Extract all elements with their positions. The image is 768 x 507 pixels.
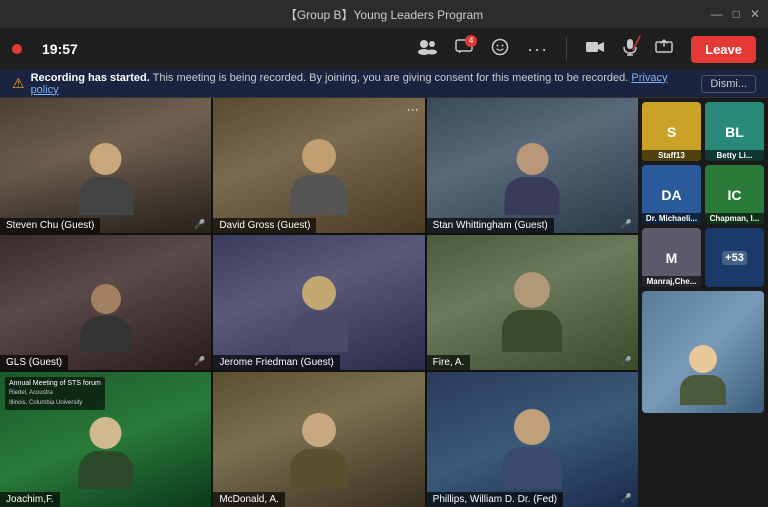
chat-icon[interactable]: 4 [455, 39, 473, 60]
video-cell-fire[interactable]: Fire, A. 🎤 [427, 235, 638, 370]
maximize-button[interactable]: □ [733, 7, 740, 21]
video-name-phillips: Phillips, William D. Dr. (Fed) [427, 492, 563, 507]
video-cell-stan-whittingham[interactable]: Stan Whittingham (Guest) 🎤 [427, 98, 638, 233]
avatar-betty-li[interactable]: BL Betty Li... [705, 102, 764, 161]
banner-body: This meeting is being recorded. By joini… [153, 72, 629, 84]
mic-indicator-2: 🎤 [621, 219, 632, 230]
avatar-initials-da: DA [661, 187, 681, 203]
avatar-row-2: DA Dr. Michaeli... IC Chapman, I... [642, 165, 764, 224]
avatar-initials-m: M [666, 250, 678, 266]
toolbar-icons: 4 ··· ╱ [417, 36, 756, 63]
minimize-button[interactable]: — [711, 7, 723, 21]
chat-badge: 4 [465, 35, 477, 47]
banner-bold: Recording has started. [31, 72, 150, 84]
video-cell-phillips[interactable]: Phillips, William D. Dr. (Fed) 🎤 [427, 372, 638, 507]
window-controls[interactable]: — □ ✕ [711, 7, 760, 21]
close-button[interactable]: ✕ [750, 7, 760, 21]
timer-display: 19:57 [42, 41, 78, 57]
avatar-plus53[interactable]: +53 [705, 228, 764, 287]
leave-button[interactable]: Leave [691, 36, 756, 63]
banner-text: Recording has started. This meeting is b… [31, 72, 696, 96]
avatar-label-ic: Chapman, I... [705, 213, 764, 224]
video-name-fire: Fire, A. [427, 355, 471, 370]
avatar-staff13[interactable]: S Staff13 [642, 102, 701, 161]
microphone-icon[interactable]: ╱ [623, 38, 637, 61]
main-area: Steven Chu (Guest) 🎤 David Gross (Guest)… [0, 98, 768, 507]
share-screen-icon[interactable] [655, 39, 673, 60]
avatar-initials-staff13: S [667, 124, 676, 140]
video-name-steven-chu: Steven Chu (Guest) [0, 218, 100, 233]
video-name-gls: GLS (Guest) [0, 355, 68, 370]
video-cell-steven-chu[interactable]: Steven Chu (Guest) 🎤 [0, 98, 211, 233]
avatar-initials-betty-li: BL [725, 124, 744, 140]
mic-indicator-8: 🎤 [621, 493, 632, 504]
avatar-chapman[interactable]: IC Chapman, I... [705, 165, 764, 224]
recording-dot [12, 44, 22, 54]
window-title: 【Group B】Young Leaders Program [285, 6, 483, 23]
reactions-icon[interactable] [491, 38, 509, 61]
avatar-dr-michaeli[interactable]: DA Dr. Michaeli... [642, 165, 701, 224]
video-cell-david-gross[interactable]: David Gross (Guest) ··· [213, 98, 424, 233]
video-grid: Steven Chu (Guest) 🎤 David Gross (Guest)… [0, 98, 638, 507]
video-cell-joachim[interactable]: Annual Meeting of STS forum Riedel, Acou… [0, 372, 211, 507]
title-bar: 【Group B】Young Leaders Program — □ ✕ [0, 0, 768, 28]
participants-icon[interactable] [417, 39, 437, 60]
mic-indicator-0: 🎤 [194, 219, 205, 230]
video-name-stan-whittingham: Stan Whittingham (Guest) [427, 218, 554, 233]
video-cell-jerome[interactable]: Jerome Friedman (Guest) [213, 235, 424, 370]
more-icon[interactable]: ··· [527, 39, 548, 60]
avatar-label-da: Dr. Michaeli... [642, 213, 701, 224]
more-options-2[interactable]: ··· [407, 102, 419, 116]
avatar-label-betty-li: Betty Li... [705, 150, 764, 161]
avatar-label-m: Manraj,Che... [642, 276, 701, 287]
avatar-photo[interactable] [642, 291, 764, 413]
right-sidebar: S Staff13 BL Betty Li... DA Dr. Michaeli… [638, 98, 768, 507]
video-name-joachim: Joachim,F. [0, 492, 60, 507]
warning-icon: ⚠ [12, 75, 25, 92]
video-cell-gls[interactable]: GLS (Guest) 🎤 [0, 235, 211, 370]
presentation-overlay: Annual Meeting of STS forum Riedel, Acou… [5, 377, 105, 410]
avatar-row-3: M Manraj,Che... +53 [642, 228, 764, 287]
video-name-jerome: Jerome Friedman (Guest) [213, 355, 339, 370]
avatar-label-staff13: Staff13 [642, 150, 701, 161]
avatar-row-1: S Staff13 BL Betty Li... [642, 102, 764, 161]
video-camera-icon[interactable] [585, 40, 605, 59]
avatar-row-4 [642, 291, 764, 413]
avatar-manraj[interactable]: M Manraj,Che... [642, 228, 701, 287]
toolbar: 19:57 4 ··· [0, 28, 768, 70]
mic-indicator-5: 🎤 [621, 356, 632, 367]
video-name-mcdonald: McDonald, A. [213, 492, 284, 507]
video-name-david-gross: David Gross (Guest) [213, 218, 316, 233]
avatar-plus-count: +53 [722, 251, 747, 265]
avatar-initials-ic: IC [728, 187, 742, 203]
recording-banner: ⚠ Recording has started. This meeting is… [0, 70, 768, 98]
video-cell-mcdonald[interactable]: McDonald, A. [213, 372, 424, 507]
mic-indicator-3: 🎤 [194, 356, 205, 367]
dismiss-button[interactable]: Dismi... [701, 75, 756, 93]
